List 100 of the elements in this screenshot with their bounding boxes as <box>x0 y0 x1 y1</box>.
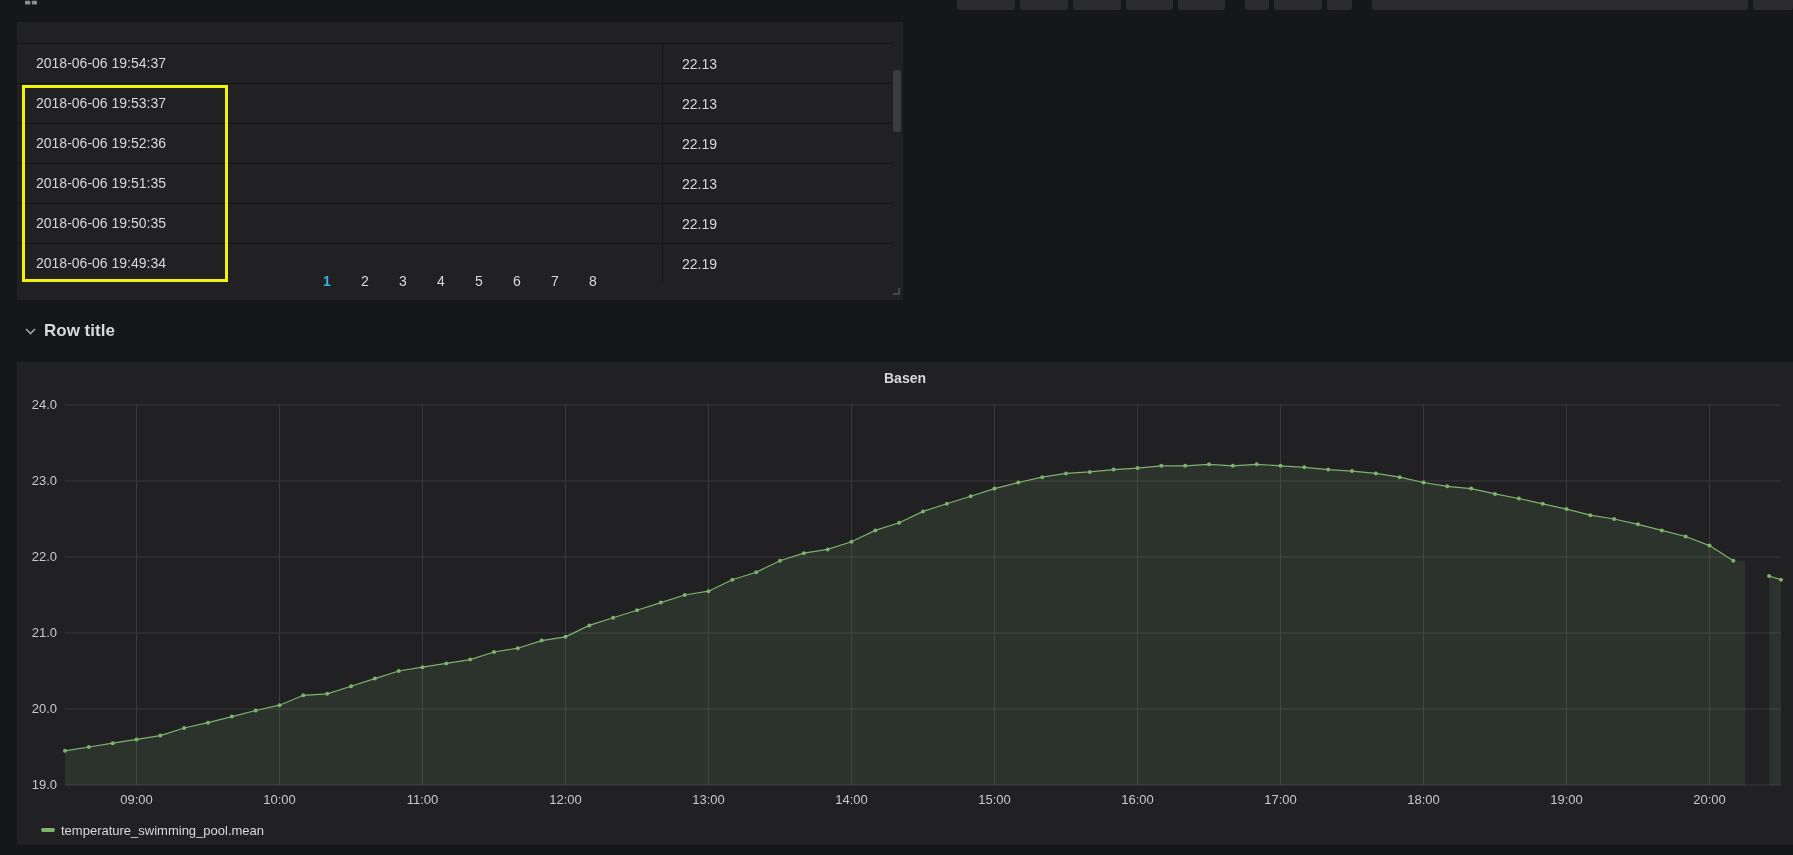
data-point <box>158 733 163 738</box>
data-point <box>1278 463 1283 468</box>
data-point <box>1493 491 1497 496</box>
data-point <box>1469 486 1474 491</box>
page-link[interactable]: 1 <box>308 271 346 291</box>
data-point <box>468 657 473 662</box>
data-point <box>1659 528 1664 533</box>
x-axis-label: 15:00 <box>978 792 1011 807</box>
grid-icon[interactable] <box>25 0 37 6</box>
data-point <box>1207 462 1211 467</box>
data-point <box>1445 484 1450 489</box>
x-axis-label: 14:00 <box>835 792 868 807</box>
data-point <box>229 714 234 719</box>
x-axis-label: 10:00 <box>263 792 296 807</box>
data-point <box>1779 577 1783 582</box>
data-point <box>1064 471 1068 476</box>
data-point <box>778 558 782 563</box>
data-point <box>1302 465 1307 470</box>
data-point <box>754 570 759 575</box>
data-point <box>1683 534 1688 539</box>
data-point <box>849 539 854 544</box>
data-point <box>1636 522 1640 527</box>
data-point <box>325 691 330 696</box>
data-point <box>349 684 353 689</box>
data-point <box>1397 475 1402 480</box>
table-cell-text: 22.19 <box>681 135 718 152</box>
data-point <box>1564 507 1569 512</box>
data-point <box>1516 496 1521 501</box>
table-cell-text: 22.13 <box>681 175 718 192</box>
panel-title[interactable]: Basen <box>884 370 926 386</box>
row-title[interactable]: Row title <box>44 321 115 341</box>
data-point <box>206 720 210 725</box>
data-point <box>253 708 258 713</box>
data-point <box>658 600 663 605</box>
data-point <box>1135 466 1140 471</box>
data-point <box>1373 471 1378 476</box>
legend-label[interactable]: temperature_swimming_pool.mean <box>61 822 265 838</box>
x-axis-label: 16:00 <box>1121 792 1154 807</box>
data-point <box>1087 469 1092 474</box>
table-cell-text: 22.19 <box>681 215 718 232</box>
page-link[interactable]: 2 <box>346 271 384 291</box>
page-link[interactable]: 4 <box>422 271 460 291</box>
table-cell: 2018-06-06 19:51:35 <box>17 164 663 203</box>
data-point <box>182 726 187 730</box>
data-point <box>825 547 830 552</box>
scrollbar-thumb[interactable] <box>893 70 901 132</box>
y-axis-label: 20.0 <box>31 701 57 716</box>
data-point <box>444 661 449 666</box>
data-point <box>635 608 639 613</box>
y-axis-label: 19.0 <box>31 777 57 792</box>
data-point <box>1111 467 1116 472</box>
data-point <box>1183 463 1188 468</box>
data-point <box>682 593 687 597</box>
data-point <box>873 528 878 533</box>
page-link[interactable]: 3 <box>384 271 422 291</box>
data-point <box>372 676 377 681</box>
x-axis-label: 17:00 <box>1264 792 1297 807</box>
page-link[interactable]: 5 <box>460 271 498 291</box>
table-cell: 2018-06-06 19:53:37 <box>17 84 663 123</box>
data-point <box>801 551 806 556</box>
data-point <box>1230 463 1235 468</box>
page-link[interactable]: 6 <box>498 271 536 291</box>
page-link[interactable]: 8 <box>574 271 612 291</box>
data-point <box>921 509 925 514</box>
table-cell: 2018-06-06 19:54:37 <box>17 44 663 83</box>
chevron-icon[interactable] <box>25 327 36 335</box>
y-axis-label: 21.0 <box>31 625 57 640</box>
data-point <box>730 577 735 582</box>
data-point <box>1588 513 1593 518</box>
data-point <box>587 623 592 628</box>
data-point <box>396 669 401 673</box>
x-axis-label: 20:00 <box>1693 792 1726 807</box>
data-point <box>968 494 973 499</box>
data-point <box>1016 480 1021 485</box>
page-link[interactable]: 7 <box>536 271 574 291</box>
data-point <box>277 703 282 708</box>
data-point <box>86 745 91 749</box>
data-point <box>1707 543 1712 548</box>
x-axis-label: 19:00 <box>1550 792 1583 807</box>
table-cell: 2018-06-06 19:50:35 <box>17 204 663 243</box>
data-point <box>1350 469 1354 474</box>
y-axis-label: 22.0 <box>31 549 57 564</box>
resize-handle-icon[interactable] <box>893 288 900 295</box>
data-point <box>515 646 520 651</box>
data-point <box>706 589 711 594</box>
data-point <box>1159 463 1164 468</box>
data-point <box>1254 462 1259 467</box>
data-point <box>301 693 306 698</box>
y-axis-label: 23.0 <box>31 473 57 488</box>
table-cell-text: 22.19 <box>681 255 718 272</box>
data-point <box>1326 467 1331 472</box>
data-point <box>1731 558 1736 563</box>
data-point <box>563 634 568 639</box>
data-point <box>1612 517 1617 521</box>
table-cell-text: 22.13 <box>681 55 718 72</box>
x-axis-label: 11:00 <box>406 792 439 807</box>
data-point <box>63 748 67 753</box>
data-point <box>492 650 496 654</box>
data-point <box>1421 480 1426 485</box>
data-point <box>1040 475 1045 480</box>
